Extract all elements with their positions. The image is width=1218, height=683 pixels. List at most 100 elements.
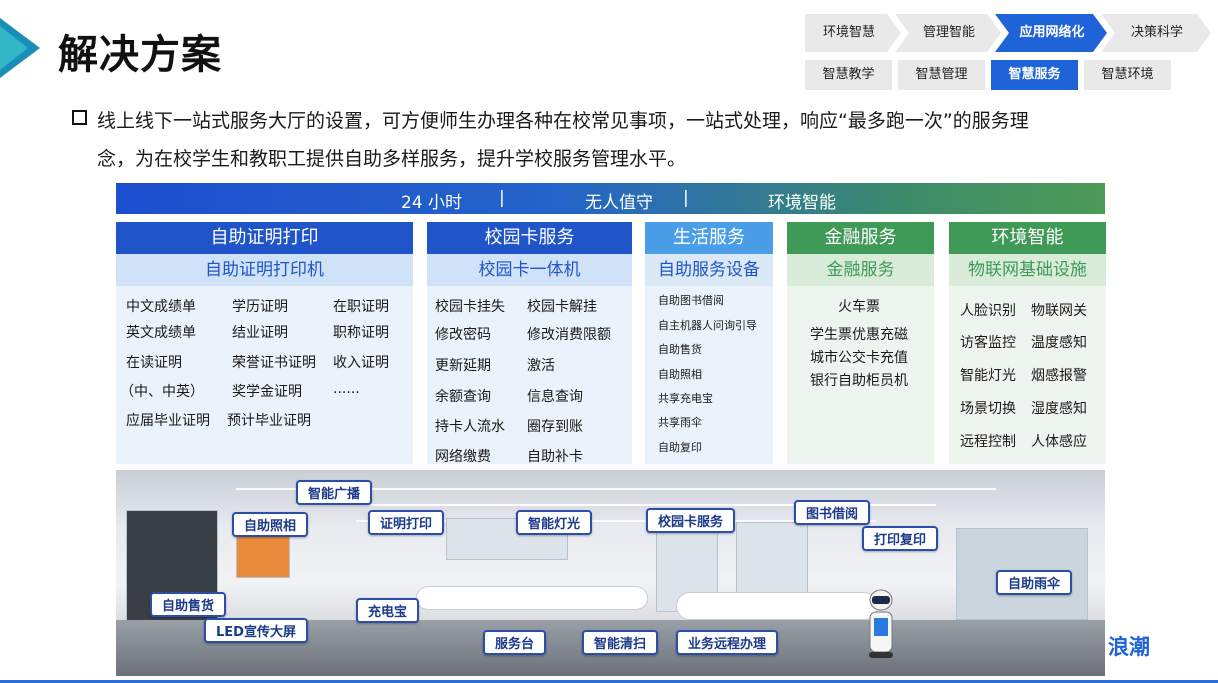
list-item: 奖学金证明 xyxy=(232,384,302,400)
list-item: 结业证明 xyxy=(232,325,288,341)
column-print: 自助证明打印 自助证明打印机 中文成绩单 学历证明 在职证明 英文成绩单 结业证… xyxy=(116,222,413,464)
photo-label: 打印复印 xyxy=(862,526,939,551)
intro-line-2: 念，为在校学生和教职工提供自助多样服务，提升学校服务管理水平。 xyxy=(97,148,687,170)
photo-label: 智能清扫 xyxy=(582,630,659,655)
list-item: 物联网关 xyxy=(1031,303,1087,319)
bullet-square-icon xyxy=(72,110,87,125)
list-item: 城市公交卡充值 xyxy=(810,350,908,366)
photo-label: 自助雨伞 xyxy=(996,570,1073,595)
column-life: 生活服务 自助服务设备 自助图书借阅 自主机器人问询引导 自助售货 自助照相 共… xyxy=(645,222,773,464)
list-item: 共享雨伞 xyxy=(658,416,702,429)
list-item: 自助售货 xyxy=(658,343,702,356)
list-item: 荣誉证书证明 xyxy=(232,355,316,371)
brand-logo: 浪潮 xyxy=(1108,635,1150,659)
service-desk xyxy=(416,586,648,610)
sub-tab-environment[interactable]: 智慧环境 xyxy=(1084,60,1171,90)
list-item: 圈存到账 xyxy=(527,419,583,435)
nav-top: 环境智慧化 管理智能化 应用网络化 决策科学化 xyxy=(805,14,1205,52)
sub-tab-teaching[interactable]: 智慧教学 xyxy=(805,60,892,90)
column-print-title: 自助证明打印 xyxy=(116,222,413,254)
list-item: 自助照相 xyxy=(658,368,702,381)
list-item: 在读证明 xyxy=(126,355,182,371)
photo-label: 自助售货 xyxy=(150,592,227,617)
sub-tab-service[interactable]: 智慧服务 xyxy=(991,60,1078,90)
list-item: 更新延期 xyxy=(435,358,491,374)
list-item: 场景切换 xyxy=(960,401,1016,417)
photo-label: 智能灯光 xyxy=(516,510,593,535)
photo-label: 服务台 xyxy=(483,630,547,655)
list-item: 英文成绩单 xyxy=(126,325,196,341)
list-item: 中文成绩单 xyxy=(126,299,196,315)
list-item: 火车票 xyxy=(838,299,880,315)
service-hall-photo: 智能广播 自助照相 证明打印 智能灯光 校园卡服务 图书借阅 打印复印 自助售货… xyxy=(116,470,1105,676)
banner-divider-1: | xyxy=(499,188,505,208)
column-finance: 金融服务 金融服务 火车票 学生票优惠充磁 城市公交卡充值 银行自助柜员机 xyxy=(787,222,934,464)
column-finance-title: 金融服务 xyxy=(787,222,934,254)
list-item: 收入证明 xyxy=(333,355,389,371)
title-marker-inner-icon xyxy=(0,26,28,70)
column-card-subtitle: 校园卡一体机 xyxy=(427,254,632,286)
column-life-title: 生活服务 xyxy=(645,222,773,254)
list-item: 职称证明 xyxy=(333,325,389,341)
banner-24h: 24 小时 xyxy=(401,193,463,213)
photo-label: 自助照相 xyxy=(232,512,309,537)
round-table xyxy=(676,592,878,620)
banner-smart-env: 环境智能 xyxy=(768,193,836,213)
list-item: 持卡人流水 xyxy=(435,419,505,435)
photo-booth-screen xyxy=(236,532,290,578)
list-item: 烟感报警 xyxy=(1031,368,1087,384)
column-life-subtitle: 自助服务设备 xyxy=(645,254,773,286)
list-item: 远程控制 xyxy=(960,434,1016,450)
intro-line-1: 线上线下一站式服务大厅的设置，可方便师生办理各种在校常见事项，一站式处理，响应“… xyxy=(97,110,1029,132)
list-item: 访客监控 xyxy=(960,335,1016,351)
photo-label: 充电宝 xyxy=(356,598,420,623)
banner-unattended: 无人值守 xyxy=(585,193,653,213)
list-item: 修改密码 xyxy=(435,327,491,343)
photo-label: 证明打印 xyxy=(368,510,445,535)
list-item: 自主机器人问询引导 xyxy=(658,319,757,332)
nav-sub: 智慧教学 智慧管理 智慧服务 智慧环境 xyxy=(805,60,1171,90)
column-finance-subtitle: 金融服务 xyxy=(787,254,934,286)
list-item: 学历证明 xyxy=(232,299,288,315)
nav-tab-application[interactable]: 应用网络化 xyxy=(995,14,1107,52)
photo-label: 智能广播 xyxy=(296,480,373,505)
column-env: 环境智能 物联网基础设施 人脸识别 物联网关 访客监控 温度感知 智能灯光 烟感… xyxy=(949,222,1106,464)
list-item: 预计毕业证明 xyxy=(227,413,311,429)
column-env-subtitle: 物联网基础设施 xyxy=(949,254,1106,286)
list-item: ...... xyxy=(333,381,360,397)
page-title: 解决方案 xyxy=(58,32,222,78)
list-item: 余额查询 xyxy=(435,389,491,405)
list-item: 校园卡解挂 xyxy=(527,299,597,315)
list-item: 校园卡挂失 xyxy=(435,299,505,315)
banner-divider-2: | xyxy=(683,188,689,208)
list-item: 银行自助柜员机 xyxy=(810,373,908,389)
sub-tab-management[interactable]: 智慧管理 xyxy=(898,60,985,90)
list-item: 人脸识别 xyxy=(960,303,1016,319)
nav-tab-environment[interactable]: 环境智慧化 xyxy=(805,14,901,52)
list-item: （中、中英） xyxy=(120,384,204,400)
feature-banner: 24 小时 | 无人值守 | 环境智能 xyxy=(116,183,1105,214)
list-item: 自助补卡 xyxy=(527,449,583,465)
list-item: 共享充电宝 xyxy=(658,392,713,405)
list-item: 在职证明 xyxy=(333,299,389,315)
column-env-title: 环境智能 xyxy=(949,222,1106,254)
photo-label: LED宣传大屏 xyxy=(204,618,308,643)
list-item: 网络缴费 xyxy=(435,449,491,465)
column-card: 校园卡服务 校园卡一体机 校园卡挂失 校园卡解挂 修改密码 修改消费限额 更新延… xyxy=(427,222,632,465)
list-item: 温度感知 xyxy=(1031,335,1087,351)
photo-label: 图书借阅 xyxy=(794,500,871,525)
intro-paragraph: 线上线下一站式服务大厅的设置，可方便师生办理各种在校常见事项，一站式处理，响应“… xyxy=(97,102,1157,178)
list-item: 修改消费限额 xyxy=(527,327,611,343)
nav-tab-management[interactable]: 管理智能化 xyxy=(895,14,1001,52)
column-print-subtitle: 自助证明打印机 xyxy=(116,254,413,286)
list-item: 智能灯光 xyxy=(960,368,1016,384)
list-item: 学生票优惠充磁 xyxy=(810,327,908,343)
list-item: 应届毕业证明 xyxy=(126,413,210,429)
photo-label: 校园卡服务 xyxy=(646,508,736,533)
robot-icon xyxy=(869,589,893,658)
nav-tab-decision[interactable]: 决策科学化 xyxy=(1101,14,1211,52)
list-item: 人体感应 xyxy=(1031,434,1087,450)
list-item: 信息查询 xyxy=(527,389,583,405)
column-card-title: 校园卡服务 xyxy=(427,222,632,254)
list-item: 自助复印 xyxy=(658,441,702,454)
